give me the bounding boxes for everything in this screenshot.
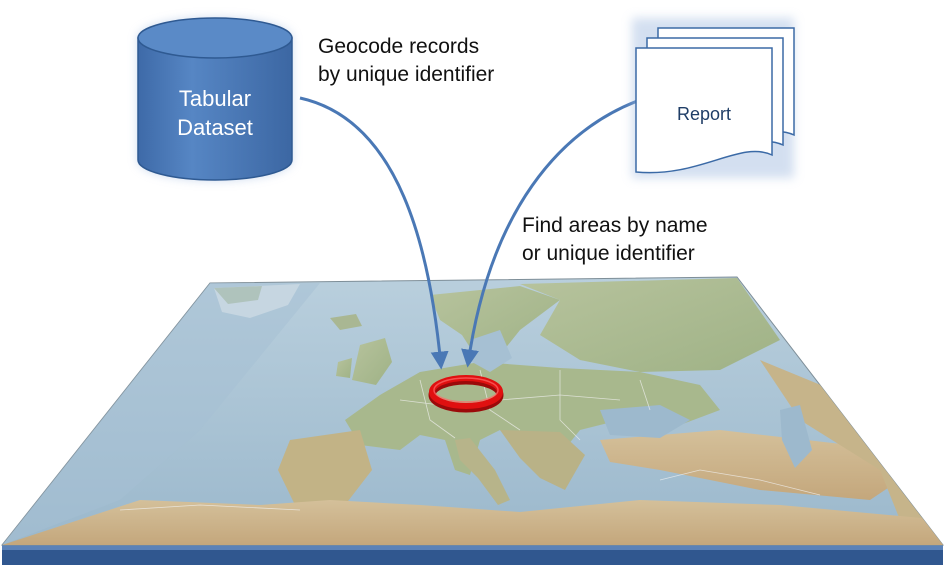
report-label-text: Report: [676, 104, 732, 124]
geocode-annotation: Geocode records by unique identifier: [318, 33, 494, 89]
find-annotation: Find areas by name or unique identifier: [522, 212, 708, 268]
find-annotation-line2: or unique identifier: [522, 242, 695, 265]
map-base: [2, 545, 943, 565]
dataset-label: Tabular Dataset: [150, 84, 280, 142]
report-label: Report: [648, 102, 760, 126]
dataset-label-line1: Tabular: [178, 86, 252, 111]
geocode-annotation-line2: by unique identifier: [318, 63, 495, 86]
find-annotation-line1: Find areas by name: [522, 214, 708, 237]
stacked-documents-icon: [632, 18, 795, 178]
diagram-canvas: Tabular Dataset Report Geocode records b…: [0, 0, 945, 569]
geocode-annotation-line1: Geocode records: [318, 35, 480, 58]
dataset-label-line2: Dataset: [177, 115, 253, 140]
